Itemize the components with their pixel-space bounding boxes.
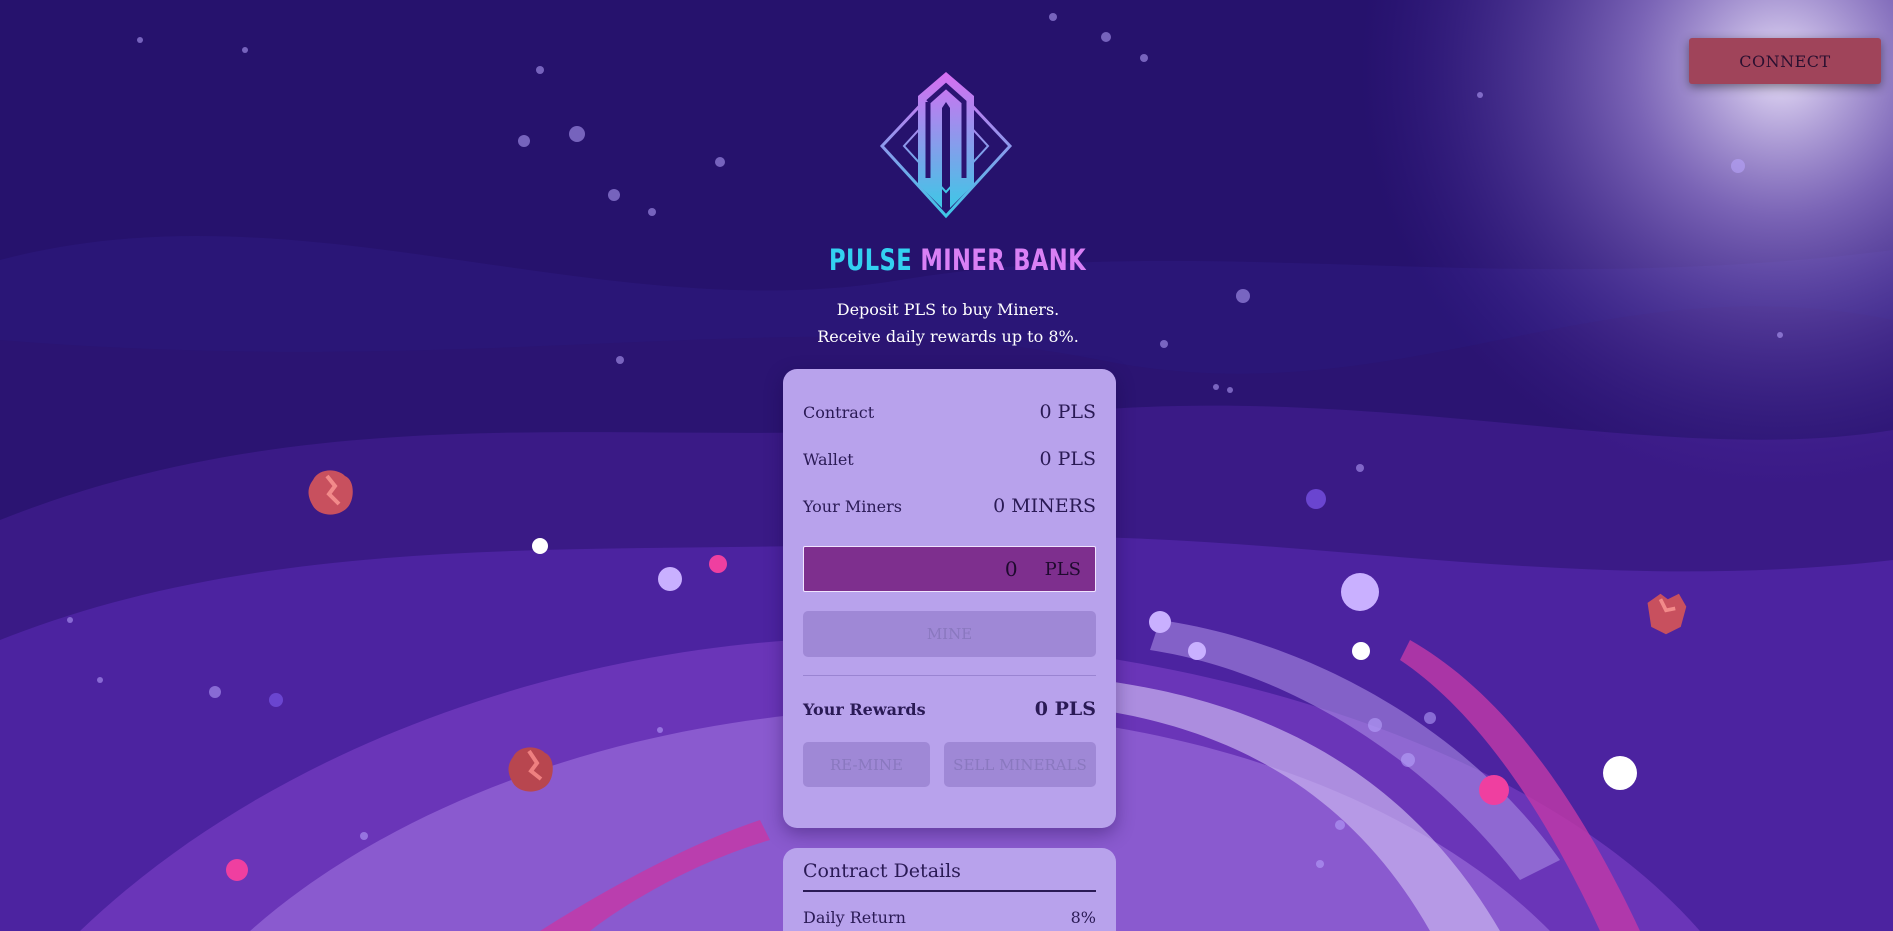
mineral-rock-icon xyxy=(1647,593,1687,635)
contract-details-card: Contract Details Daily Return 8% xyxy=(783,848,1116,931)
wallet-label: Wallet xyxy=(803,449,854,469)
brand-word-miner-bank: MINER BANK xyxy=(920,243,1087,277)
sell-minerals-button[interactable]: SELL MINERALS xyxy=(944,742,1096,787)
mineral-rock-icon xyxy=(308,470,353,515)
mine-button[interactable]: MINE xyxy=(803,611,1096,657)
rewards-value: 0 PLS xyxy=(1034,698,1096,720)
tagline-line-2: Receive daily rewards up to 8%. xyxy=(817,327,1079,346)
deposit-amount-value[interactable]: 0 xyxy=(1005,557,1018,581)
mining-card: Contract 0 PLS Wallet 0 PLS Your Miners … xyxy=(783,369,1116,828)
contract-label: Contract xyxy=(803,402,875,422)
daily-return-label: Daily Return xyxy=(803,908,906,927)
contract-balance-row: Contract 0 PLS xyxy=(803,401,1096,423)
daily-return-value: 8% xyxy=(1070,908,1096,927)
tagline-line-1: Deposit PLS to buy Miners. xyxy=(836,300,1060,319)
pulse-miner-bank-logo xyxy=(879,72,1013,219)
miners-value: 0 MINERS xyxy=(993,495,1096,517)
rewards-row: Your Rewards 0 PLS xyxy=(803,698,1096,720)
miners-label: Your Miners xyxy=(803,496,902,516)
contract-value: 0 PLS xyxy=(1039,401,1096,423)
divider xyxy=(803,675,1096,676)
connect-button[interactable]: CONNECT xyxy=(1689,38,1881,84)
daily-return-row: Daily Return 8% xyxy=(803,908,1096,927)
deposit-amount-unit: PLS xyxy=(1044,558,1081,580)
re-mine-button[interactable]: RE-MINE xyxy=(803,742,930,787)
deposit-amount-input[interactable]: 0 PLS xyxy=(803,546,1096,592)
wallet-balance-row: Wallet 0 PLS xyxy=(803,448,1096,470)
contract-details-title: Contract Details xyxy=(803,860,961,882)
tagline: Deposit PLS to buy Miners. Receive daily… xyxy=(796,296,1100,350)
mineral-rock-icon xyxy=(508,747,553,792)
wallet-value: 0 PLS xyxy=(1039,448,1096,470)
brand-word-pulse: PULSE xyxy=(829,243,913,277)
rewards-label: Your Rewards xyxy=(803,699,926,719)
contract-details-rule xyxy=(803,890,1096,892)
miners-row: Your Miners 0 MINERS xyxy=(803,495,1096,517)
brand-title: PULSE MINER BANK xyxy=(829,243,1086,277)
